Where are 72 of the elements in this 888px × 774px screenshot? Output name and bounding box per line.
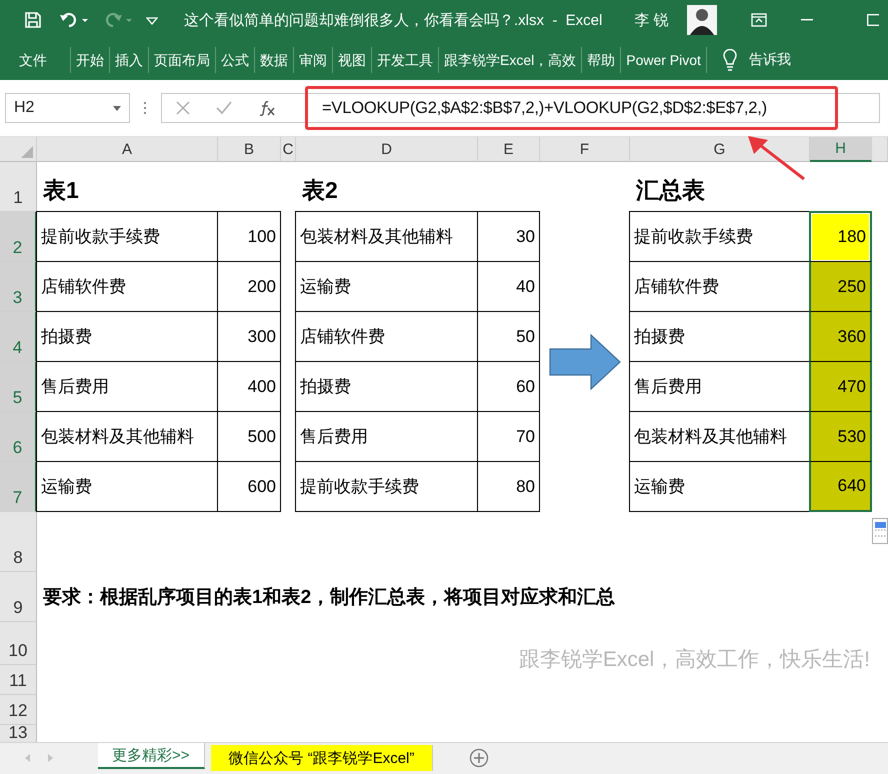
save-icon[interactable] [24,11,42,29]
insert-function-icon[interactable] [258,100,276,116]
table-cell: 提前收款手续费 [36,211,218,262]
sheet-tab[interactable]: 更多精彩>> [98,743,205,769]
tell-me-search[interactable]: 告诉我 [748,51,791,69]
table-title: 表2 [300,176,339,205]
table-cell: 600 [217,461,281,512]
column-header[interactable]: B [218,137,281,162]
ribbon-tab[interactable]: 开始 [70,47,109,73]
row-header[interactable]: 3 [0,262,37,312]
ribbon-tab[interactable]: 页面布局 [148,47,215,73]
maximize-icon[interactable] [866,14,879,26]
row-header[interactable]: 4 [0,312,37,362]
table-title: 表1 [42,176,80,205]
lightbulb-icon[interactable] [722,49,737,71]
row-header[interactable]: 8 [0,512,37,572]
avatar[interactable] [686,5,717,35]
row-header[interactable]: 11 [0,665,37,695]
ribbon-tab[interactable]: 文件 [14,47,52,73]
row-header[interactable]: 13 [0,725,37,742]
row-header[interactable]: 5 [0,362,37,412]
ribbon-tab[interactable]: 开发工具 [371,47,438,73]
table-cell: 提前收款手续费 [295,461,478,512]
table-cell: 运输费 [36,461,218,512]
row-header[interactable]: 2 [0,212,37,262]
table-cell: 100 [217,211,281,262]
ribbon-tab[interactable]: 插入 [109,47,148,73]
ribbon-tab[interactable]: 视图 [332,47,371,73]
sheet-tab[interactable]: 微信公众号 “跟李锐学Excel” [210,745,434,771]
slogan-text: 跟李锐学Excel，高效工作，快乐生活! [518,646,871,672]
row-header[interactable]: 10 [0,622,37,665]
row-header[interactable]: 12 [0,695,37,725]
row-header[interactable]: 9 [0,572,37,622]
minimize-icon[interactable] [800,19,813,21]
ribbon-tab[interactable]: 跟李锐学Excel，高效 [438,47,582,73]
ribbon-tab[interactable]: 数据 [254,47,293,73]
table-cell[interactable]: 470 [809,361,872,412]
table-cell[interactable]: 180 [809,211,872,262]
annotation-arrow [748,136,805,180]
table-cell[interactable]: 360 [809,311,872,362]
table-cell: 包装材料及其他辅料 [295,211,478,262]
table-cell: 30 [477,211,540,262]
column-header[interactable]: E [478,137,540,162]
drag-handle-icon[interactable] [144,101,147,115]
column-header[interactable]: H [810,137,872,162]
arrow-shape [549,334,621,390]
ribbon-tab[interactable]: 帮助 [581,47,620,73]
requirement-text: 要求：根据乱序项目的表1和表2，制作汇总表，将项目对应求和汇总 [42,586,616,610]
row-header[interactable]: 7 [0,462,37,512]
ribbon-tab[interactable]: Power Pivot [620,47,707,73]
window-title: 这个看似简单的问题却难倒很多人，你看看会吗？.xlsx - Excel [184,10,602,30]
customize-caret-icon[interactable] [146,15,158,25]
column-header[interactable]: F [540,137,630,162]
ribbon-tab[interactable]: 审阅 [293,47,332,73]
table-title: 汇总表 [634,176,706,205]
quick-analysis-icon[interactable] [872,518,888,544]
column-header[interactable]: C [281,137,296,162]
add-sheet-icon[interactable] [469,748,490,768]
row-header[interactable]: 6 [0,412,37,462]
table-cell[interactable]: 250 [809,261,872,312]
name-box[interactable]: H2 [5,93,130,123]
column-header[interactable]: A [37,137,218,162]
table-cell[interactable]: 530 [809,411,872,462]
ribbon-tab[interactable]: 公式 [215,47,254,73]
ribbon-display-icon[interactable] [750,13,767,27]
table-cell[interactable]: 640 [809,461,872,512]
column-header[interactable]: G [630,137,810,162]
user-name[interactable]: 李 锐 [634,10,669,30]
undo-icon[interactable] [60,11,90,29]
row-header[interactable]: 1 [0,162,37,212]
column-header[interactable]: D [296,137,478,162]
table-cell: 80 [477,461,540,512]
